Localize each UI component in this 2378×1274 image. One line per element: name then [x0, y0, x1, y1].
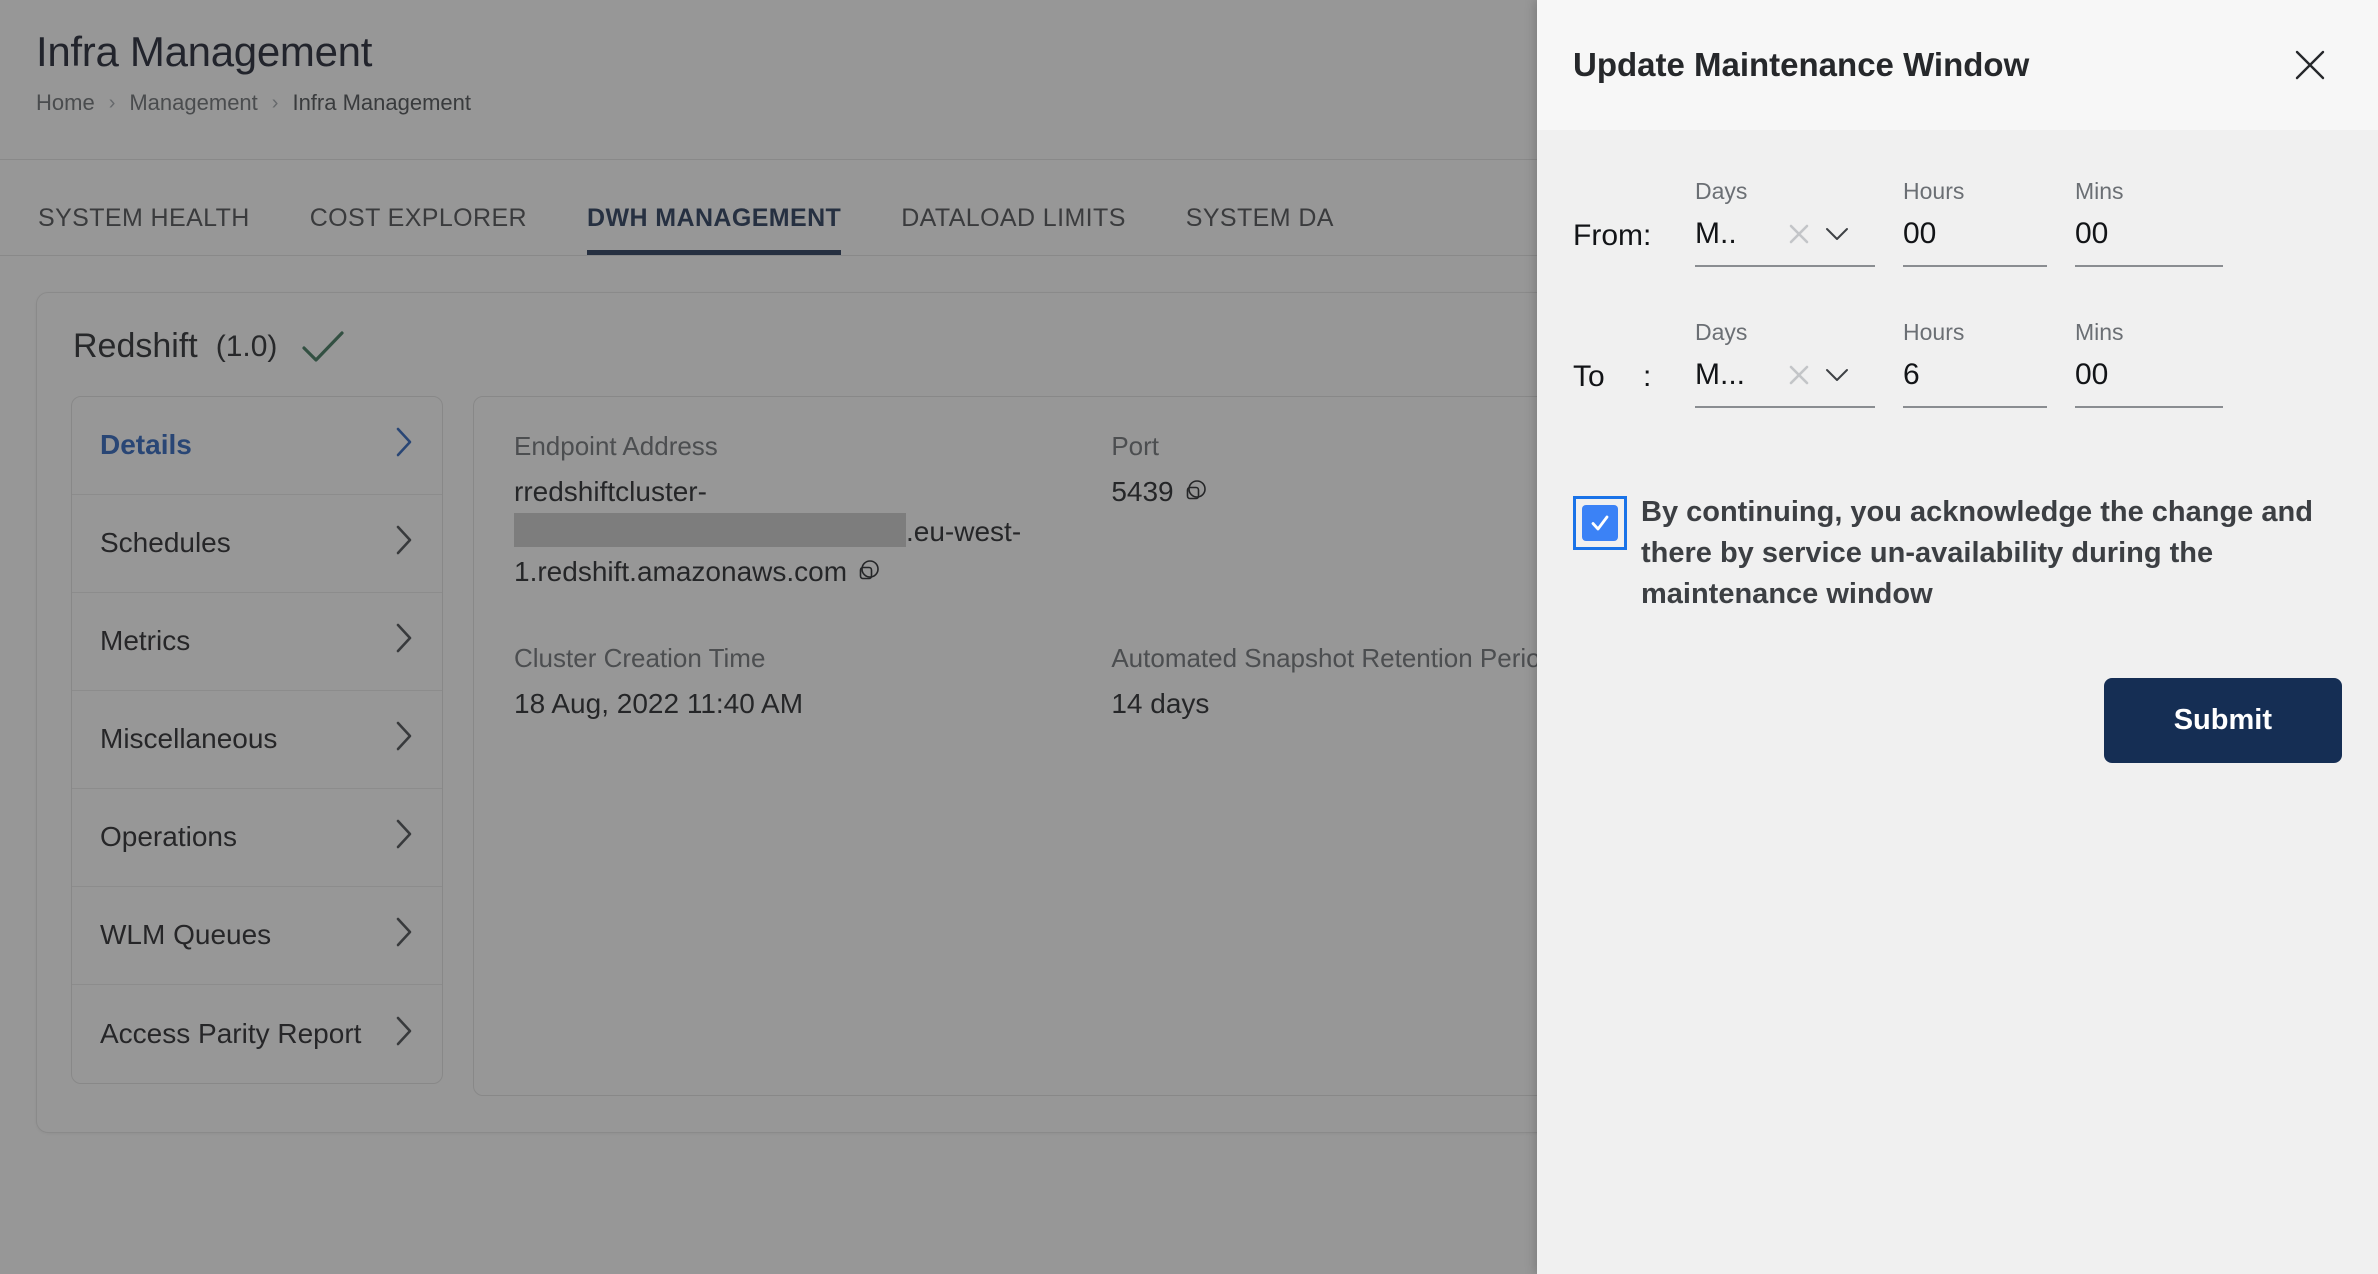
modal-header: Update Maintenance Window: [1537, 0, 2378, 130]
from-mins-field[interactable]: Mins 00: [2075, 178, 2223, 267]
to-hours-control[interactable]: 6: [1903, 354, 2047, 408]
to-label: To: [1573, 360, 1605, 393]
to-hours-field[interactable]: Hours 6: [1903, 319, 2047, 408]
from-hours-value: 00: [1903, 217, 1937, 250]
from-label: From: [1573, 219, 1643, 252]
from-days-value: M..: [1695, 217, 1737, 250]
checkbox-checked-icon: [1582, 505, 1618, 541]
from-mins-label: Mins: [2075, 178, 2124, 204]
to-days-control[interactable]: M...: [1695, 354, 1875, 408]
from-time-row: From : Days M.. Hours 00 Mins 00: [1573, 178, 2342, 267]
from-days-control[interactable]: M..: [1695, 213, 1875, 267]
to-hours-label: Hours: [1903, 319, 1965, 345]
to-days-value: M...: [1695, 358, 1745, 391]
modal-body: From : Days M.. Hours 00 Mins 00 To: Da…: [1537, 130, 2378, 1274]
to-mins-value: 00: [2075, 358, 2109, 391]
to-days-label: Days: [1695, 319, 1748, 345]
to-hours-value: 6: [1903, 358, 1920, 391]
from-hours-field[interactable]: Hours 00: [1903, 178, 2047, 267]
clear-x-icon[interactable]: [1781, 222, 1817, 246]
modal-title: Update Maintenance Window: [1573, 46, 2030, 83]
to-time-row: To : Days M... Hours 6 Mins 00: [1573, 319, 2342, 408]
update-maintenance-window-modal: Update Maintenance Window From : Days M.…: [1537, 0, 2378, 1274]
close-icon[interactable]: [2284, 39, 2336, 91]
chevron-down-icon[interactable]: [1817, 366, 1857, 384]
to-colon: :: [1643, 360, 1652, 393]
from-hours-control[interactable]: 00: [1903, 213, 2047, 267]
to-mins-field[interactable]: Mins 00: [2075, 319, 2223, 408]
chevron-down-icon[interactable]: [1817, 225, 1857, 243]
submit-button[interactable]: Submit: [2103, 677, 2342, 763]
clear-x-icon[interactable]: [1781, 363, 1817, 387]
from-days-field[interactable]: Days M..: [1695, 178, 1875, 267]
acknowledgement-checkbox[interactable]: [1573, 496, 1627, 550]
to-mins-label: Mins: [2075, 319, 2124, 345]
from-colon: :: [1643, 219, 1652, 252]
to-days-field[interactable]: Days M...: [1695, 319, 1875, 408]
acknowledgement-text: By continuing, you acknowledge the chang…: [1641, 496, 2313, 611]
to-mins-control[interactable]: 00: [2075, 354, 2223, 408]
acknowledgement-row: By continuing, you acknowledge the chang…: [1573, 492, 2342, 616]
screen-root: Infra Management Home › Management › Inf…: [0, 0, 2378, 1274]
from-mins-value: 00: [2075, 217, 2109, 250]
from-mins-control[interactable]: 00: [2075, 213, 2223, 267]
from-days-label: Days: [1695, 178, 1748, 204]
submit-row: Submit: [1573, 677, 2342, 763]
from-hours-label: Hours: [1903, 178, 1965, 204]
